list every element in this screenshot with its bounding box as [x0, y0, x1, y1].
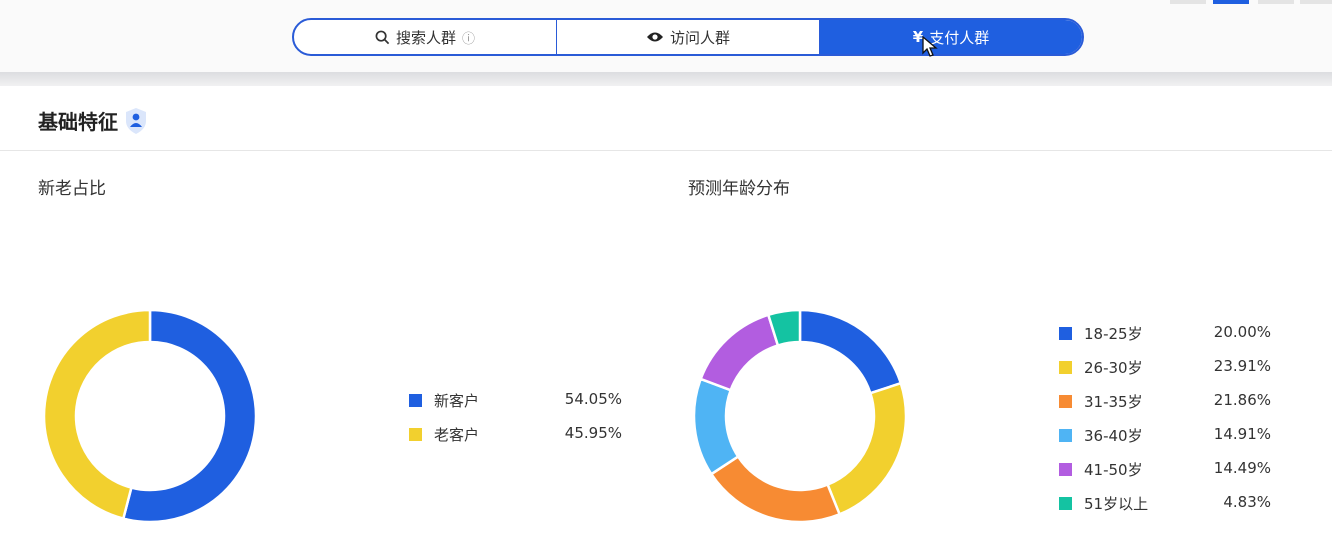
legend-label: 26-30岁: [1084, 359, 1143, 377]
legend-swatch: [409, 394, 422, 407]
header-shadow: [0, 72, 1332, 86]
legend-percentage: 45.95%: [564, 424, 622, 442]
age-legend-item[interactable]: 26-30岁: [1059, 357, 1143, 378]
age-slice-2[interactable]: [709, 454, 842, 524]
audience-tabs: 搜索人群 ⓘ 访问人群 ¥ 支付人群: [292, 18, 1084, 56]
eye-icon: [646, 32, 663, 42]
legend-swatch: [1059, 395, 1072, 408]
tab-label: 搜索人群: [395, 28, 456, 47]
age-donut-chart: [692, 308, 908, 524]
mouse-cursor-icon: [922, 36, 938, 57]
age-legend-item[interactable]: 41-50岁: [1059, 459, 1143, 480]
legend-label: 老客户: [434, 426, 480, 444]
legend-label: 41-50岁: [1084, 461, 1143, 479]
top-bar: 搜索人群 ⓘ 访问人群 ¥ 支付人群: [0, 0, 1332, 72]
help-icon[interactable]: ⓘ: [462, 28, 475, 47]
shield-person-icon: [126, 107, 146, 134]
legend-label: 36-40岁: [1084, 427, 1143, 445]
age-slice-1[interactable]: [826, 381, 908, 516]
legend-percentage: 14.91%: [1213, 425, 1271, 443]
section-divider: [0, 150, 1332, 151]
tab-visit-audience[interactable]: 访问人群: [556, 20, 819, 54]
age-legend-item[interactable]: 51岁以上: [1059, 493, 1148, 514]
section-title: 基础特征: [38, 110, 118, 134]
page-button[interactable]: [1170, 0, 1206, 4]
legend-label: 31-35岁: [1084, 393, 1143, 411]
chart-title-age: 预测年龄分布: [688, 179, 790, 199]
legend-swatch: [1059, 429, 1072, 442]
page-button[interactable]: [1258, 0, 1294, 4]
age-legend-item[interactable]: 31-35岁: [1059, 391, 1143, 412]
legend-swatch: [1059, 361, 1072, 374]
legend-swatch: [409, 428, 422, 441]
legend-swatch: [1059, 463, 1072, 476]
tab-label: 支付人群: [929, 28, 990, 47]
age-slice-4[interactable]: [699, 313, 780, 392]
page-button-active[interactable]: [1213, 0, 1249, 4]
age-legend-item[interactable]: 36-40岁: [1059, 425, 1143, 446]
search-icon: [375, 30, 390, 44]
legend-label: 新客户: [434, 392, 480, 410]
legend-percentage: 54.05%: [564, 390, 622, 408]
new-old-legend-item[interactable]: 老客户: [409, 424, 479, 445]
tab-search-audience[interactable]: 搜索人群 ⓘ: [294, 20, 556, 54]
chart-title-new-old: 新老占比: [38, 179, 106, 199]
legend-percentage: 4.83%: [1223, 493, 1271, 511]
age-legend-item[interactable]: 18-25岁: [1059, 323, 1143, 344]
legend-percentage: 23.91%: [1213, 357, 1271, 375]
legend-label: 18-25岁: [1084, 325, 1143, 343]
legend-percentage: 14.49%: [1213, 459, 1271, 477]
tab-label: 访问人群: [669, 28, 730, 47]
legend-percentage: 21.86%: [1213, 391, 1271, 409]
page-button[interactable]: [1300, 0, 1332, 4]
legend-swatch: [1059, 497, 1072, 510]
new-old-legend-item[interactable]: 新客户: [409, 390, 479, 411]
tab-pay-audience[interactable]: ¥ 支付人群: [819, 20, 1082, 54]
legend-label: 51岁以上: [1084, 495, 1149, 513]
age-slice-3[interactable]: [692, 377, 740, 476]
new-old-donut-chart: [42, 308, 258, 524]
age-slice-0[interactable]: [798, 308, 903, 395]
section-header: 基础特征: [38, 106, 148, 135]
legend-percentage: 20.00%: [1213, 323, 1271, 341]
legend-swatch: [1059, 327, 1072, 340]
basic-features-panel: 基础特征 新老占比 预测年龄分布 新客户 54.05% 老客户 45.95% 18-2…: [0, 86, 1332, 540]
